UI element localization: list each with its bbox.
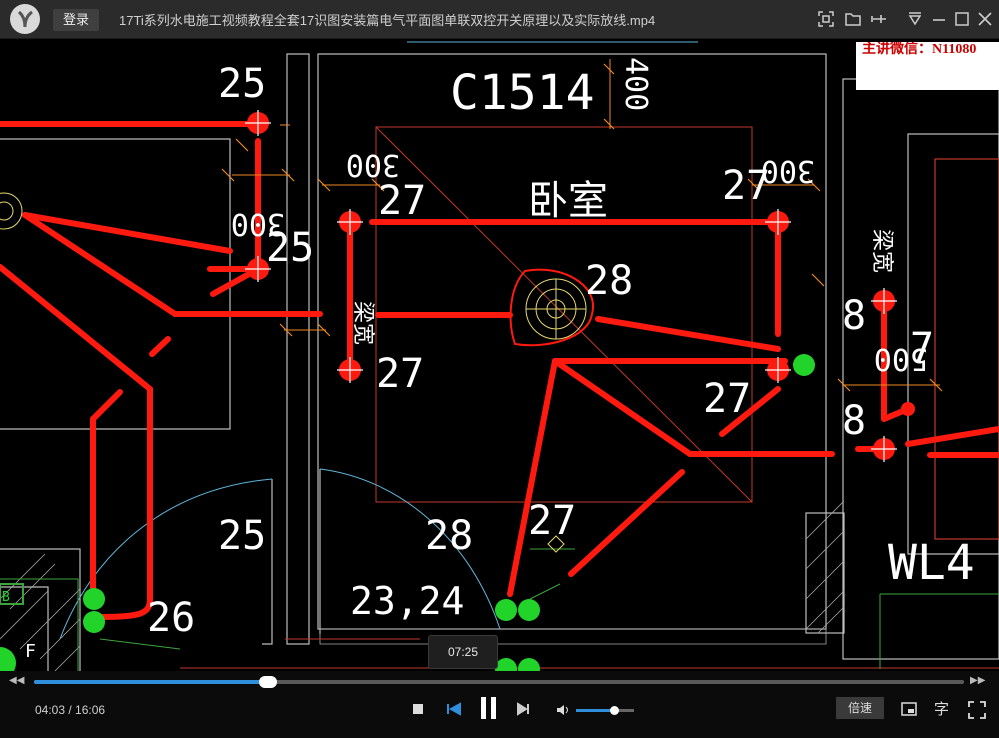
step-forward-button[interactable]: ▶▶ [970, 675, 985, 686]
dim-300-b: 300 [761, 153, 815, 188]
dim-300-a: 300 [346, 147, 400, 182]
volume-icon[interactable] [556, 703, 570, 717]
volume-level [576, 709, 614, 712]
login-button[interactable]: 登录 [53, 9, 99, 31]
label-28-a: 28 [585, 258, 633, 304]
video-frame[interactable]: 25 25 25 27 27 27 27 27 28 28 26 23,24 8… [0, 39, 999, 671]
label-f: F [25, 641, 36, 662]
label-27-c: 27 [376, 351, 424, 397]
label-25-low: 25 [218, 513, 266, 559]
label-27-e: 27 [528, 498, 576, 544]
label-room: 卧室 [528, 178, 608, 224]
label-27-d: 27 [703, 376, 751, 422]
folder-icon[interactable] [844, 10, 862, 28]
label-wl4: WL4 [888, 535, 975, 591]
speed-button[interactable]: 倍速 [836, 697, 884, 719]
stop-icon[interactable] [412, 703, 424, 715]
cad-drawing: 25 25 25 27 27 27 27 27 28 28 26 23,24 8… [0, 41, 999, 671]
label-c1514: C1514 [450, 65, 595, 121]
picture-in-picture-icon[interactable] [901, 701, 917, 717]
label-27-a: 27 [378, 178, 426, 224]
seek-time-tooltip: 07:25 [428, 635, 498, 669]
label-b: B [2, 590, 10, 605]
watermark: 主讲微信：N11080 [856, 42, 999, 90]
label-8-b: 8 [842, 398, 866, 444]
label-beam-b: 梁宽 [869, 229, 894, 273]
pause-icon[interactable] [479, 696, 499, 720]
subtitle-button[interactable]: 字 [934, 698, 949, 719]
step-back-button[interactable]: ◀◀ [9, 675, 24, 686]
time-display: 04:03 / 16:06 [35, 703, 106, 717]
pin-icon[interactable] [870, 10, 888, 28]
label-23-24: 23,24 [350, 579, 464, 623]
label-28-b: 28 [425, 513, 473, 559]
logo-icon[interactable] [10, 4, 40, 34]
previous-icon[interactable] [446, 702, 462, 716]
minimize-icon[interactable] [930, 10, 948, 28]
seek-bar[interactable] [34, 676, 964, 688]
seek-progress [34, 680, 269, 684]
file-title: 17Ti系列水电施工视频教程全套17识图安装篇电气平面图单联双控开关原理以及实际… [119, 13, 656, 28]
mode-icon[interactable] [906, 10, 924, 28]
fullscreen-icon[interactable] [968, 701, 986, 719]
label-26: 26 [147, 595, 195, 641]
close-icon[interactable] [976, 10, 994, 28]
player-controls: ◀◀ ▶▶ 04:03 / 16:06 倍速 字 [0, 671, 999, 738]
maximize-icon[interactable] [953, 10, 971, 28]
label-beam-a: 梁宽 [350, 301, 375, 345]
label-8-a: 8 [842, 293, 866, 339]
dim-400: 400 [618, 57, 653, 111]
dim-300-c: 300 [231, 206, 285, 241]
seek-handle[interactable] [259, 676, 278, 688]
dim-500: 500 [874, 341, 928, 376]
volume-handle[interactable] [609, 706, 619, 715]
screenshot-icon[interactable] [817, 10, 835, 28]
next-icon[interactable] [517, 702, 531, 716]
volume-slider[interactable] [576, 706, 634, 715]
label-25-top: 25 [218, 61, 266, 107]
title-bar: 登录 17Ti系列水电施工视频教程全套17识图安装篇电气平面图单联双控开关原理以… [0, 0, 999, 39]
